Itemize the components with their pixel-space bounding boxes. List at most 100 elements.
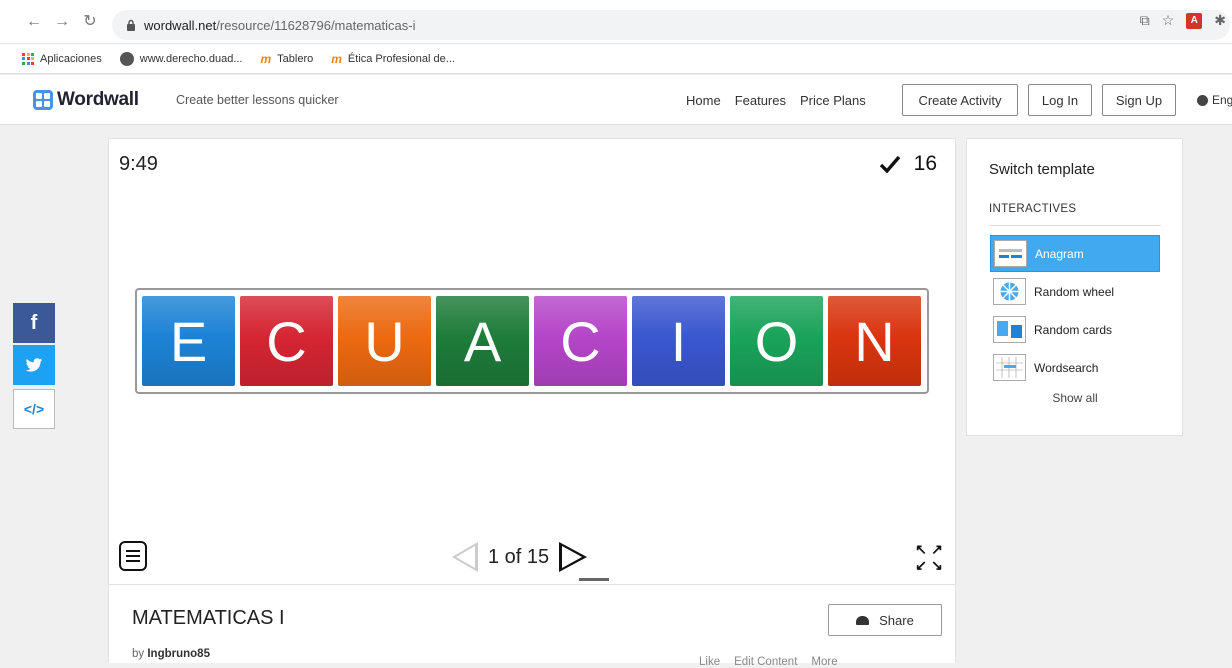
wordwall-logo[interactable]: Wordwall <box>33 89 139 111</box>
game-card: 9:49 16 ECUACION 1 of 15 ↖ ↗ ↙ ↘ <box>108 138 956 585</box>
extensions-icon[interactable]: ✱ <box>1214 12 1226 29</box>
menu-icon[interactable] <box>119 541 147 571</box>
share-icon <box>856 615 870 625</box>
share-label: Share <box>879 612 914 628</box>
bookmark-label: Ética Profesional de... <box>347 52 455 65</box>
nav-features[interactable]: Features <box>735 93 786 108</box>
activity-title: MATEMATICAS I <box>132 607 285 629</box>
letter-tile[interactable]: C <box>240 296 333 386</box>
letter-tile[interactable]: C <box>534 296 627 386</box>
bookmark-derecho[interactable]: www.derecho.duad... <box>119 51 243 66</box>
check-icon <box>879 155 900 173</box>
logo-icon <box>33 90 53 110</box>
edit-content-button[interactable]: Edit Content <box>734 656 797 668</box>
panel-title: Switch template <box>989 161 1095 178</box>
bookmark-etica[interactable]: m Ética Profesional de... <box>331 52 455 66</box>
tile-letter: U <box>364 309 405 373</box>
template-label: Random wheel <box>1034 284 1115 299</box>
author-line: by Ingbruno85 <box>132 648 210 660</box>
letter-tile[interactable]: E <box>142 296 235 386</box>
wordsearch-icon <box>993 354 1026 381</box>
share-button[interactable]: Share <box>828 604 942 636</box>
template-label: Random cards <box>1034 322 1113 337</box>
tile-letter: N <box>854 309 895 373</box>
divider <box>989 225 1161 226</box>
template-random-cards[interactable]: Random cards <box>990 311 1160 348</box>
letter-tile[interactable]: O <box>730 296 823 386</box>
anagram-icon <box>994 240 1027 267</box>
lock-icon <box>127 19 135 31</box>
url-host: wordwall.net <box>144 17 217 33</box>
twitter-share-button[interactable] <box>13 345 55 385</box>
template-random-wheel[interactable]: Random wheel <box>990 273 1160 310</box>
wheel-icon <box>993 278 1026 305</box>
tile-letter: C <box>266 309 307 373</box>
activity-info: MATEMATICAS I Share by Ingbruno85 Like E… <box>108 585 956 668</box>
bookmark-apps[interactable]: Aplicaciones <box>22 52 102 65</box>
page-indicator: 1 of 15 <box>488 545 550 568</box>
tile-letter: A <box>463 309 502 373</box>
moodle-icon: m <box>331 51 342 66</box>
cards-icon <box>993 316 1026 343</box>
template-anagram[interactable]: Anagram <box>990 235 1160 272</box>
globe-icon <box>1197 94 1208 106</box>
url-path: /resource/11628796/matematicas-i <box>216 17 416 33</box>
facebook-share-button[interactable]: f <box>13 303 55 343</box>
score-counter: 16 <box>879 152 937 176</box>
signup-button[interactable]: Sign Up <box>1102 84 1176 116</box>
pdf-icon[interactable]: A <box>1186 12 1203 29</box>
previous-icon[interactable] <box>452 542 478 572</box>
letter-tile[interactable]: I <box>632 296 725 386</box>
language-selector[interactable]: Eng <box>1197 93 1232 107</box>
browser-toolbar: ← → ↻ wordwall.net/resource/11628796/mat… <box>0 0 1232 44</box>
template-wordsearch[interactable]: Wordsearch <box>990 349 1160 386</box>
tagline: Create better lessons quicker <box>176 93 339 107</box>
bookmark-tablero[interactable]: m Tablero <box>261 52 314 66</box>
apps-icon <box>22 52 34 65</box>
site-header: Wordwall Create better lessons quicker H… <box>0 75 1232 125</box>
moodle-icon: m <box>260 51 272 66</box>
activity-actions: Like Edit Content More <box>699 656 838 668</box>
tile-letter: I <box>670 309 687 373</box>
bookmark-label: Aplicaciones <box>40 52 102 65</box>
like-button[interactable]: Like <box>699 656 720 668</box>
embed-button[interactable]: </> <box>13 389 55 429</box>
forward-icon[interactable]: → <box>52 14 72 30</box>
reload-icon[interactable]: ↻ <box>80 14 100 30</box>
code-icon: </> <box>23 401 45 417</box>
nav-home[interactable]: Home <box>686 93 721 108</box>
bookmark-label: www.derecho.duad... <box>139 52 243 65</box>
translate-icon[interactable]: ⧉ <box>1140 12 1150 29</box>
tile-letter: C <box>560 309 601 373</box>
twitter-icon <box>25 357 43 372</box>
anagram-tiles: ECUACION <box>135 288 929 394</box>
tile-letter: O <box>754 309 799 373</box>
next-icon[interactable] <box>559 542 588 572</box>
star-icon[interactable]: ☆ <box>1162 12 1175 29</box>
template-label: Anagram <box>1035 246 1084 261</box>
facebook-icon: f <box>30 311 38 334</box>
fullscreen-icon[interactable]: ↖ ↗ ↙ ↘ <box>913 541 945 573</box>
login-button[interactable]: Log In <box>1028 84 1092 116</box>
timer: 9:49 <box>119 153 158 175</box>
more-button[interactable]: More <box>811 656 837 668</box>
letter-tile[interactable]: A <box>436 296 529 386</box>
letter-tile[interactable]: U <box>338 296 431 386</box>
back-icon[interactable]: ← <box>24 14 44 30</box>
address-bar[interactable]: wordwall.net/resource/11628796/matematic… <box>112 10 1230 40</box>
create-activity-button[interactable]: Create Activity <box>902 84 1018 116</box>
logo-text: Wordwall <box>57 89 139 110</box>
switch-template-panel: Switch template INTERACTIVES Anagram Ran… <box>966 138 1183 436</box>
tile-letter: E <box>169 309 208 373</box>
author-name[interactable]: Ingbruno85 <box>147 648 210 660</box>
section-heading: INTERACTIVES <box>989 203 1077 215</box>
nav-price-plans[interactable]: Price Plans <box>800 93 866 108</box>
score-value: 16 <box>913 152 937 175</box>
bookmark-label: Tablero <box>277 52 314 65</box>
template-label: Wordsearch <box>1034 360 1099 375</box>
show-all-link[interactable]: Show all <box>990 391 1160 405</box>
pager: 1 of 15 <box>452 542 588 572</box>
bookmarks-bar: Aplicaciones www.derecho.duad... m Table… <box>0 44 1232 74</box>
letter-tile[interactable]: N <box>828 296 921 386</box>
by-label: by <box>132 648 145 660</box>
